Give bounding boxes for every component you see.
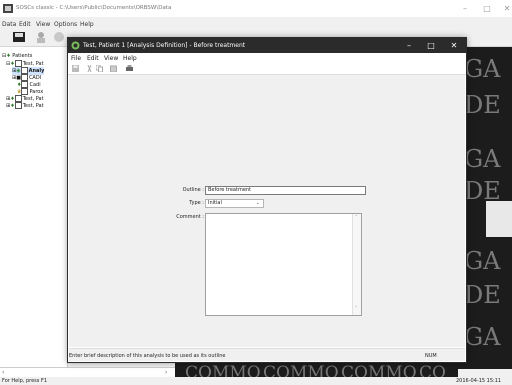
scroll-left-icon[interactable]: ‹ (2, 369, 4, 376)
outline-label: Outline : (182, 187, 204, 193)
tree-horizontal-scrollbar[interactable]: ‹ › (0, 367, 175, 377)
menu-help[interactable]: Help (80, 21, 94, 28)
scroll-up-icon[interactable]: ˄ (355, 215, 358, 221)
tree-item-patients[interactable]: ⊟♦ Patients (2, 53, 32, 60)
dialog-app-icon (71, 41, 80, 50)
dialog-menu-edit[interactable]: Edit (87, 55, 99, 62)
save-icon[interactable] (72, 65, 79, 72)
menu-data[interactable]: Data (2, 21, 16, 28)
svg-text:DE: DE (464, 91, 501, 119)
chevron-down-icon: ⌄ (255, 200, 260, 206)
help-hint: For Help, press F1 (2, 378, 48, 384)
tree-checkbox[interactable] (14, 60, 22, 67)
dialog-minimize-button[interactable]: – (402, 40, 416, 51)
patient-icon[interactable] (34, 31, 48, 43)
tree-checkbox[interactable] (14, 102, 22, 109)
svg-text:COMMO: COMMO (263, 363, 339, 378)
dialog-close-button[interactable]: ✕ (447, 40, 461, 51)
datetime: 2016-04-15 15:11 (456, 378, 502, 384)
svg-text:GA: GA (464, 247, 501, 275)
dialog-statusbar: Enter brief description of this analysis… (69, 348, 465, 361)
tree-item-label: Patients (12, 53, 33, 59)
tree-checkbox[interactable] (20, 74, 28, 81)
svg-text:CO: CO (419, 363, 446, 378)
svg-text:COMMO: COMMO (185, 363, 261, 378)
copy-icon[interactable] (95, 64, 103, 73)
tree-checkbox[interactable] (21, 81, 29, 88)
main-statusbar: For Help, press F1 2016-04-15 15:11 (0, 377, 512, 385)
background-art-bottom-graphic: COMMO COMMO COMMO CO (185, 363, 446, 378)
window-title: SOSCs classic - C:\Users\Public\Document… (16, 5, 172, 11)
main-titlebar: SOSCs classic - C:\Users\Public\Document… (0, 0, 512, 17)
tree-checkbox[interactable] (21, 88, 29, 95)
num-lock-indicator: NUM (425, 353, 437, 359)
status-message: Enter brief description of this analysis… (69, 353, 226, 359)
menu-view[interactable]: View (36, 21, 50, 28)
svg-text:DE: DE (464, 281, 501, 309)
dialog-maximize-button[interactable]: □ (424, 40, 438, 51)
type-select[interactable]: Initial ⌄ (205, 199, 264, 208)
svg-text:GA: GA (464, 55, 501, 83)
patient-tree[interactable]: ⊟♦ Patients ⊟♦ Test, Pat ⊞◉ Analy ⊞■ CADI ♦… (0, 47, 68, 369)
scroll-right-icon[interactable]: › (165, 369, 167, 376)
maximize-button[interactable]: □ (480, 4, 494, 14)
app-icon (3, 4, 13, 13)
svg-text:GA: GA (464, 145, 501, 173)
dialog-body: Outline : Before treatment Type : Initia… (69, 75, 465, 347)
svg-text:COMMO: COMMO (341, 363, 417, 378)
svg-text:GA: GA (464, 323, 501, 351)
outline-input[interactable]: Before treatment (205, 186, 366, 195)
scroll-down-icon[interactable]: ˅ (355, 306, 358, 312)
dialog-menu-help[interactable]: Help (123, 55, 137, 62)
menu-edit[interactable]: Edit (19, 21, 31, 28)
dialog-titlebar: Test, Patient 1 [Analysis Definition] - … (68, 38, 466, 53)
svg-text:DE: DE (464, 177, 501, 205)
cut-icon[interactable] (86, 64, 93, 73)
print-icon[interactable] (126, 65, 133, 72)
comment-scrollbar[interactable]: ˄ ˅ (352, 214, 361, 315)
menu-options[interactable]: Options (54, 21, 77, 28)
minimize-button[interactable]: – (458, 4, 472, 14)
tree-item-label: Test, Pat (22, 103, 44, 109)
analysis-definition-dialog: Test, Patient 1 [Analysis Definition] - … (67, 37, 467, 363)
paste-icon[interactable] (110, 65, 117, 73)
comment-label: Comment : (176, 214, 204, 220)
dialog-title: Test, Patient 1 [Analysis Definition] - … (83, 42, 246, 49)
folder-icon: ♦ (6, 53, 11, 59)
type-label: Type : (189, 200, 204, 206)
type-select-value: Initial (208, 200, 222, 206)
save-icon[interactable] (12, 31, 26, 43)
dialog-menu-view[interactable]: View (104, 55, 118, 62)
tree-checkbox[interactable] (14, 95, 22, 102)
close-button[interactable]: ✕ (500, 4, 512, 14)
tree-item-patient[interactable]: ⊞♦ Test, Pat (6, 102, 44, 110)
background-art-bottom: COMMO COMMO COMMO CO (175, 362, 458, 378)
analysis-icon[interactable] (52, 31, 66, 43)
comment-textarea[interactable]: ˄ ˅ (205, 213, 362, 316)
tree-checkbox[interactable] (20, 67, 28, 74)
dialog-menu-file[interactable]: File (71, 55, 81, 62)
